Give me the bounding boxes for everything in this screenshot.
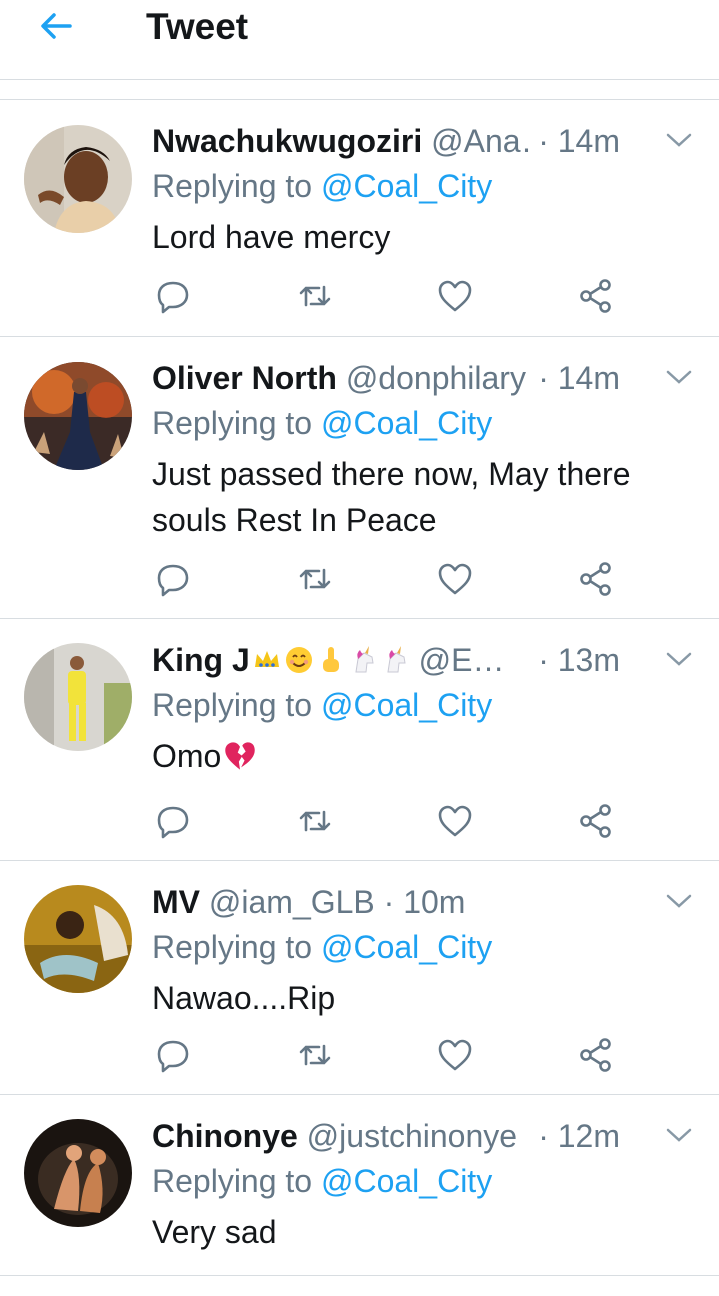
chevron-down-icon[interactable] (665, 367, 693, 387)
timestamp: · 14m (534, 120, 620, 162)
avatar[interactable] (24, 885, 132, 993)
user-handle[interactable]: @iam_GLB (209, 884, 375, 920)
mention-link[interactable]: @Coal_City (321, 1163, 492, 1199)
back-button[interactable] (36, 6, 76, 46)
index-pointing-up-emoji (322, 647, 339, 672)
reply-icon (157, 564, 189, 597)
share-button[interactable] (578, 278, 614, 314)
reply-button[interactable] (155, 561, 191, 597)
avatar[interactable] (24, 1119, 132, 1227)
timestamp: · 13m (534, 639, 620, 681)
user-name[interactable]: Nwachukwugoziri (152, 123, 422, 159)
reply-tweet[interactable]: Nwachukwugoziri @Ana… · 14m Replying to … (0, 100, 719, 337)
share-icon (580, 562, 611, 596)
separator-dot: · (538, 360, 558, 396)
avatar[interactable] (24, 125, 132, 233)
unicorn-emoji (387, 646, 406, 673)
reply-icon (157, 281, 189, 314)
avatar[interactable] (24, 362, 132, 470)
like-icon (438, 280, 472, 312)
timestamp: · 12m (534, 1115, 620, 1157)
page-title: Tweet (146, 6, 249, 47)
user-handle[interactable]: @donphilary (346, 360, 526, 396)
like-button[interactable] (437, 1037, 473, 1073)
retweet-icon (299, 810, 331, 832)
separator-dot: · (374, 884, 404, 920)
tweet-text: Very sad (152, 1214, 277, 1250)
user-name[interactable]: Oliver North (152, 360, 337, 396)
share-button[interactable] (578, 803, 614, 839)
share-icon (580, 279, 611, 313)
divider (0, 79, 719, 80)
tweet-actions (0, 1037, 719, 1077)
tweet-text: Lord have mercy (152, 219, 391, 255)
user-name[interactable]: King J (152, 642, 250, 678)
retweet-icon (299, 568, 331, 590)
reply-tweet[interactable]: MV @iam_GLB · 10m Replying to @Coal_City… (0, 861, 719, 1095)
replying-to: Replying to @Coal_City (152, 1163, 493, 1199)
smiling-face-emoji (285, 647, 312, 673)
crown-emoji (254, 651, 279, 667)
user-name[interactable]: MV (152, 884, 200, 920)
tweet-text: Just passed there now, May there souls R… (152, 456, 631, 538)
reply-button[interactable] (155, 278, 191, 314)
top-bar: Tweet (0, 0, 719, 80)
reply-button[interactable] (155, 803, 191, 839)
retweet-icon (299, 285, 331, 307)
replying-to: Replying to @Coal_City (152, 405, 493, 441)
arrow-left-icon (41, 13, 72, 39)
timestamp: · 14m (534, 357, 620, 399)
avatar[interactable] (24, 643, 132, 751)
retweet-button[interactable] (297, 803, 333, 839)
mention-link[interactable]: @Coal_City (321, 687, 492, 723)
reply-icon (157, 806, 189, 839)
share-icon (580, 804, 611, 838)
unicorn-emoji (355, 646, 374, 673)
tweet-actions (0, 803, 719, 843)
mention-link[interactable]: @Coal_City (321, 405, 492, 441)
user-handle[interactable]: @E… (419, 642, 505, 678)
separator-dot: · (538, 123, 558, 159)
broken-heart-emoji (225, 742, 256, 770)
share-icon (580, 1038, 611, 1072)
retweet-button[interactable] (297, 278, 333, 314)
timestamp: 10m (403, 884, 466, 920)
separator-dot: · (538, 1118, 558, 1154)
tweet-actions (0, 561, 719, 601)
like-button[interactable] (437, 803, 473, 839)
reply-tweet[interactable]: Chinonye @justchinonye · 12m Replying to… (0, 1095, 719, 1276)
mention-link[interactable]: @Coal_City (321, 168, 492, 204)
tweet-text: Nawao....Rip (152, 980, 336, 1016)
chevron-down-icon[interactable] (665, 1125, 693, 1145)
replying-to: Replying to @Coal_City (152, 168, 493, 204)
reply-tweet[interactable]: Oliver North @donphilary · 14m Replying … (0, 337, 719, 619)
user-name[interactable]: Chinonye (152, 1118, 298, 1154)
share-button[interactable] (578, 561, 614, 597)
tweet-actions (0, 278, 719, 318)
chevron-down-icon[interactable] (665, 891, 693, 911)
tweet-text: Omo (152, 733, 692, 779)
tweet-header: MV @iam_GLB · 10m (152, 881, 619, 923)
retweet-button[interactable] (297, 561, 333, 597)
reply-tweet[interactable]: King J @E… · 13m Replying to @Coal_City … (0, 619, 719, 861)
like-button[interactable] (437, 278, 473, 314)
replying-to: Replying to @Coal_City (152, 687, 493, 723)
mention-link[interactable]: @Coal_City (321, 929, 492, 965)
retweet-button[interactable] (297, 1037, 333, 1073)
chevron-down-icon[interactable] (665, 649, 693, 669)
like-icon (438, 805, 472, 837)
share-button[interactable] (578, 1037, 614, 1073)
user-handle[interactable]: @justchinonye (307, 1118, 517, 1154)
replying-to: Replying to @Coal_City (152, 929, 493, 965)
chevron-down-icon[interactable] (665, 130, 693, 150)
reply-icon (157, 1040, 189, 1073)
reply-button[interactable] (155, 1037, 191, 1073)
retweet-icon (299, 1044, 331, 1066)
like-icon (438, 1039, 472, 1071)
like-icon (438, 563, 472, 595)
like-button[interactable] (437, 561, 473, 597)
